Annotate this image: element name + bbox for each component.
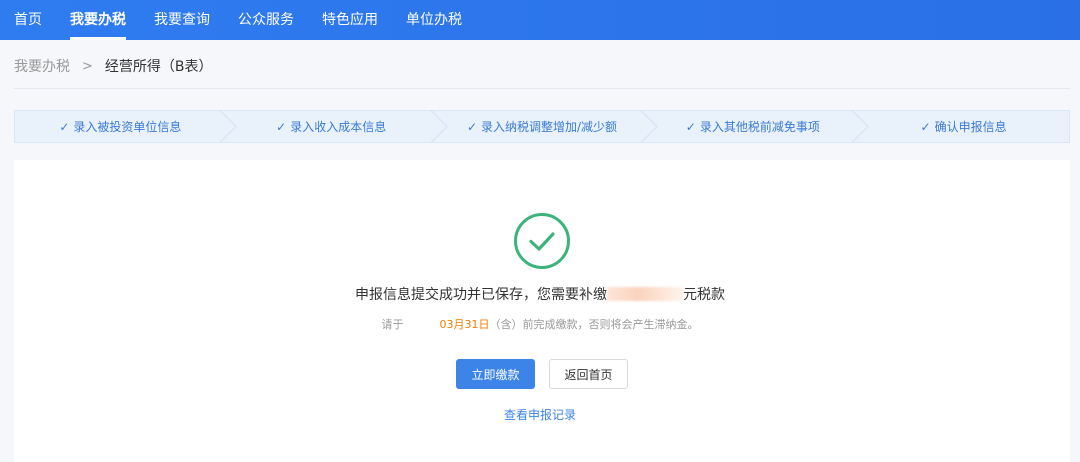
nav-query[interactable]: 我要查询 bbox=[154, 0, 210, 40]
step-label: 录入收入成本信息 bbox=[290, 120, 387, 134]
nav-tax-handling[interactable]: 我要办税 bbox=[70, 0, 126, 40]
breadcrumb: 我要办税 > 经营所得（B表） bbox=[14, 56, 213, 76]
nav-special-apps[interactable]: 特色应用 bbox=[322, 0, 378, 40]
check-icon: ✓ bbox=[685, 119, 696, 134]
step-other-deductions: ✓ 录入其他税前减免事项 bbox=[647, 111, 858, 142]
nav-home[interactable]: 首页 bbox=[14, 0, 42, 40]
progress-steps: ✓ 录入被投资单位信息 ✓ 录入收入成本信息 ✓ 录入纳税调整增加/减少额 ✓ … bbox=[14, 110, 1070, 143]
divider bbox=[14, 88, 1070, 89]
step-income-cost: ✓ 录入收入成本信息 bbox=[226, 111, 437, 142]
check-icon: ✓ bbox=[276, 119, 287, 134]
step-label: 录入被投资单位信息 bbox=[73, 120, 182, 134]
deadline-notice: 请于 03月31日（含）前完成缴款，否则将会产生滞纳金。 bbox=[0, 316, 1080, 332]
notice-prefix: 请于 bbox=[381, 318, 404, 331]
nav-public-service[interactable]: 公众服务 bbox=[238, 0, 294, 40]
nav-unit-tax[interactable]: 单位办税 bbox=[406, 0, 462, 40]
check-icon: ✓ bbox=[59, 119, 70, 134]
step-label: 录入纳税调整增加/减少额 bbox=[481, 120, 618, 134]
check-circle-icon bbox=[514, 213, 570, 269]
redacted-amount bbox=[607, 287, 683, 301]
breadcrumb-separator: > bbox=[82, 58, 93, 74]
notice-suffix: （含）前完成缴款，否则将会产生滞纳金。 bbox=[489, 318, 699, 331]
check-icon: ✓ bbox=[466, 119, 477, 134]
view-records-link[interactable]: 查看申报记录 bbox=[0, 406, 1080, 423]
step-label: 录入其他税前减免事项 bbox=[699, 120, 820, 134]
back-home-button[interactable]: 返回首页 bbox=[549, 359, 628, 389]
pay-now-button[interactable]: 立即缴款 bbox=[456, 359, 535, 389]
breadcrumb-parent[interactable]: 我要办税 bbox=[14, 56, 70, 76]
breadcrumb-current: 经营所得（B表） bbox=[104, 59, 213, 75]
step-label: 确认申报信息 bbox=[934, 120, 1007, 134]
step-tax-adjustment: ✓ 录入纳税调整增加/减少额 bbox=[437, 111, 648, 142]
check-icon: ✓ bbox=[920, 119, 931, 134]
top-nav-bar: 首页 我要办税 我要查询 公众服务 特色应用 单位办税 bbox=[0, 0, 1080, 40]
message-suffix: 元税款 bbox=[683, 287, 725, 303]
message-prefix: 申报信息提交成功并已保存，您需要补缴 bbox=[355, 287, 607, 303]
step-investee-info: ✓ 录入被投资单位信息 bbox=[15, 111, 226, 142]
step-confirm: ✓ 确认申报信息 bbox=[858, 111, 1069, 142]
success-message: 申报信息提交成功并已保存，您需要补缴 元税款 bbox=[0, 284, 1080, 304]
deadline-date: 03月31日 bbox=[439, 318, 490, 331]
